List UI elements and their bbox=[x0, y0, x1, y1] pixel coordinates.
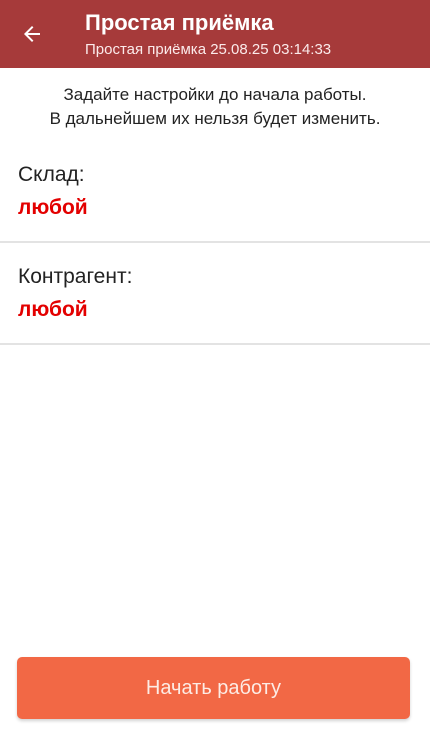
setting-counterparty-value: любой bbox=[18, 298, 88, 321]
app-screen: Простая приёмка Простая приёмка 25.08.25… bbox=[0, 0, 430, 740]
arrow-left-icon bbox=[24, 26, 40, 42]
app-bar: Простая приёмка Простая приёмка 25.08.25… bbox=[0, 0, 430, 68]
setting-warehouse-label: Склад: bbox=[18, 163, 85, 186]
intro-text: Задайте настройки до начала работы. В да… bbox=[0, 83, 430, 131]
page-title: Простая приёмка bbox=[85, 10, 274, 35]
back-button[interactable] bbox=[10, 14, 54, 54]
intro-line-2: В дальнейшем их нельзя будет изменить. bbox=[49, 109, 381, 128]
setting-counterparty[interactable]: Контрагент: любой bbox=[0, 244, 430, 345]
page-subtitle: Простая приёмка 25.08.25 03:14:33 bbox=[85, 41, 332, 58]
setting-warehouse[interactable]: Склад: любой bbox=[0, 142, 430, 243]
app-bar-titles: Простая приёмка Простая приёмка 25.08.25… bbox=[85, 10, 422, 60]
setting-warehouse-value: любой bbox=[18, 196, 88, 219]
intro-line-1: Задайте настройки до начала работы. bbox=[63, 85, 367, 104]
setting-counterparty-label: Контрагент: bbox=[18, 265, 133, 288]
start-work-button[interactable]: Начать работу bbox=[17, 657, 410, 719]
